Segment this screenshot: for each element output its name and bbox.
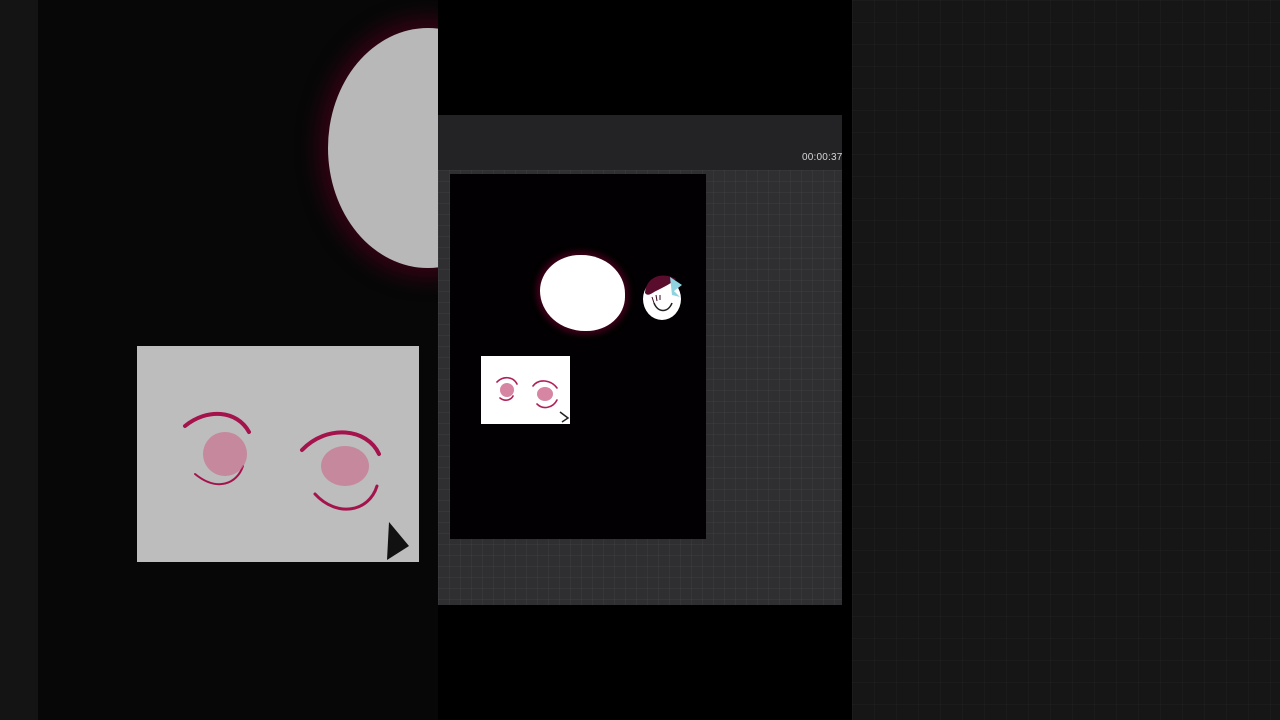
background-eyes-drawing xyxy=(183,412,409,560)
recording-timer: 00:00:37 xyxy=(802,152,842,163)
bg-left-iris xyxy=(203,432,247,476)
blurred-background-left xyxy=(0,0,438,720)
app-toolbar: 00:00:37 xyxy=(438,115,842,170)
head-blob-white[interactable] xyxy=(540,255,625,331)
background-eyes-reference xyxy=(137,346,419,562)
background-head-blob xyxy=(328,28,438,268)
video-letterbox-top xyxy=(438,0,852,115)
ref-left-iris xyxy=(500,383,514,397)
eyes-reference-drawing xyxy=(496,376,558,409)
bg-right-iris xyxy=(321,446,369,486)
eyes-reference-image[interactable] xyxy=(481,356,570,424)
bg-cursor-shape xyxy=(387,522,409,560)
pointer-cursor-icon xyxy=(559,411,570,423)
video-letterbox-bottom xyxy=(438,605,852,720)
drawing-app-window: 00:00:37 xyxy=(438,115,842,605)
blurred-background-right xyxy=(852,0,1280,720)
background-edge xyxy=(0,0,38,720)
ref-right-iris xyxy=(537,387,553,401)
drawing-canvas[interactable] xyxy=(450,174,706,539)
character-face-sketch[interactable] xyxy=(642,269,684,323)
